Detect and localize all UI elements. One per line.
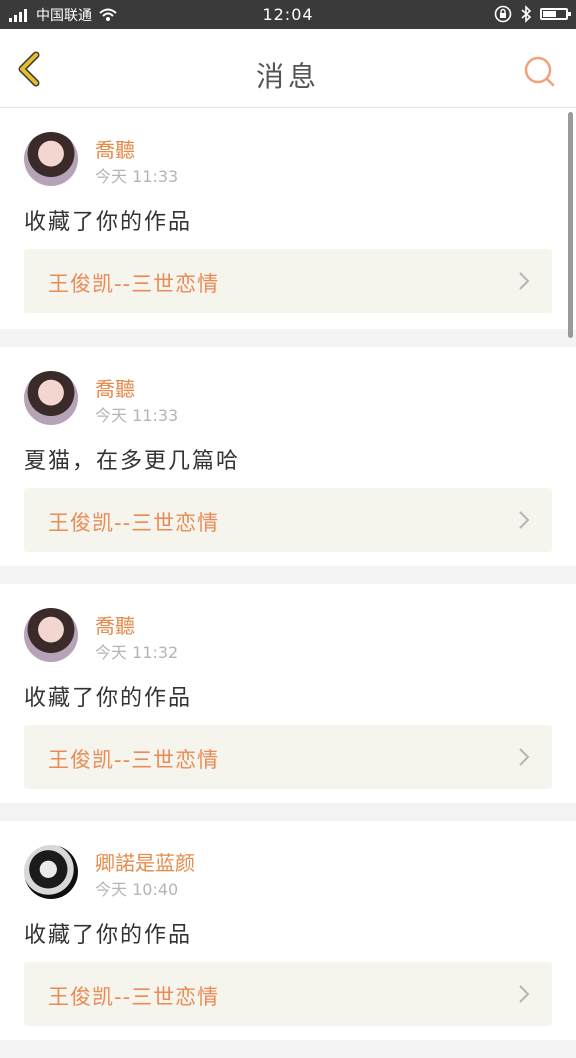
message-text: 收藏了你的作品 — [24, 686, 193, 711]
message-text: 收藏了你的作品 — [24, 210, 193, 235]
message-card: 喬聽 今天 11:33 夏猫，在多更几篇哈 王俊凯--三世恋情 — [0, 347, 576, 566]
message-card: 喬聽 今天 11:32 收藏了你的作品 王俊凯--三世恋情 — [0, 584, 576, 803]
chevron-right-icon — [519, 985, 530, 1003]
avatar[interactable] — [24, 845, 78, 899]
timestamp: 今天 11:32 — [95, 643, 179, 662]
chevron-right-icon — [519, 748, 530, 766]
status-right — [494, 5, 571, 23]
work-link[interactable]: 王俊凯--三世恋情 — [24, 725, 552, 789]
rotation-lock-icon — [494, 5, 512, 23]
search-icon[interactable] — [522, 54, 556, 88]
username[interactable]: 卿諾是蓝颜 — [95, 847, 195, 876]
chevron-right-icon — [519, 272, 530, 290]
username[interactable]: 喬聽 — [95, 134, 135, 163]
message-card: 喬聽 今天 11:33 收藏了你的作品 王俊凯--三世恋情 — [0, 108, 576, 329]
message-list: 喬聽 今天 11:33 收藏了你的作品 王俊凯--三世恋情 喬聽 今天 11:3… — [0, 108, 576, 1058]
timestamp: 今天 10:40 — [95, 880, 179, 899]
timestamp: 今天 11:33 — [95, 167, 179, 186]
timestamp: 今天 11:33 — [95, 406, 179, 425]
message-card: 卿諾是蓝颜 今天 10:40 收藏了你的作品 王俊凯--三世恋情 — [0, 821, 576, 1040]
chevron-right-icon — [519, 511, 530, 529]
work-link[interactable]: 王俊凯--三世恋情 — [24, 249, 552, 313]
page-title: 消息 — [255, 60, 320, 93]
bluetooth-icon — [521, 5, 532, 23]
message-text: 夏猫，在多更几篇哈 — [24, 449, 241, 474]
message-text: 收藏了你的作品 — [24, 923, 193, 948]
scrollbar[interactable] — [568, 112, 573, 338]
work-title: 王俊凯--三世恋情 — [48, 748, 220, 772]
work-title: 王俊凯--三世恋情 — [48, 272, 220, 296]
avatar[interactable] — [24, 371, 78, 425]
status-bar: 中国联通 12:04 — [0, 0, 576, 29]
work-title: 王俊凯--三世恋情 — [48, 511, 220, 535]
work-title: 王俊凯--三世恋情 — [48, 985, 220, 1009]
clock: 12:04 — [262, 5, 314, 24]
avatar[interactable] — [24, 132, 78, 186]
work-link[interactable]: 王俊凯--三世恋情 — [24, 488, 552, 552]
header-bar: 消息 — [0, 29, 576, 108]
username[interactable]: 喬聽 — [95, 373, 135, 402]
username[interactable]: 喬聽 — [95, 610, 135, 639]
work-link[interactable]: 王俊凯--三世恋情 — [24, 962, 552, 1026]
avatar[interactable] — [24, 608, 78, 662]
battery-icon — [540, 8, 571, 20]
